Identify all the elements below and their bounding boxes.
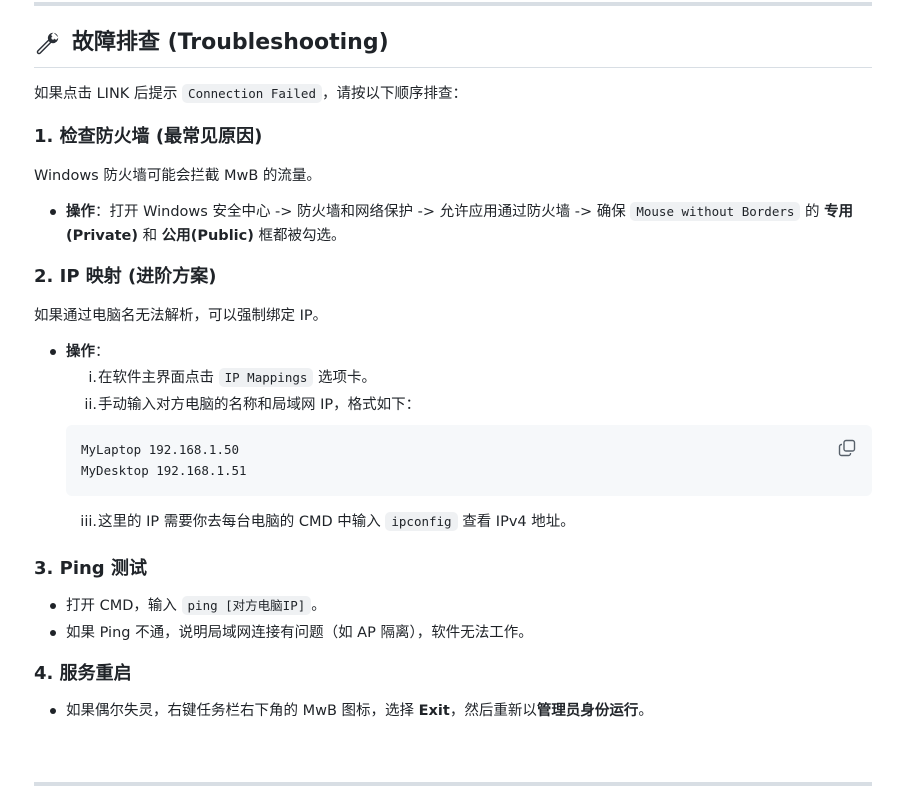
step-text-after: 选项卡。: [318, 370, 377, 386]
section-heading-firewall: 1. 检查防火墙 (最常见原因): [34, 126, 263, 147]
colon: ：: [95, 204, 110, 220]
intro-text: 如果点击 LINK 后提示: [34, 86, 178, 102]
inline-code: ping [对方电脑IP]: [181, 596, 312, 615]
step-text-before: 这里的 IP 需要你去每台电脑的 CMD 中输入: [98, 514, 381, 530]
list-text: 如果 Ping 不通，说明局域网连接有问题（如 AP 隔离），软件无法工作。: [66, 625, 533, 641]
list-text: 打开 Windows 安全中心 -> 防火墙和网络保护 -> 允许应用通过防火墙…: [109, 204, 626, 220]
list-item: 如果偶尔失灵，右键任务栏右下角的 MwB 图标，选择 Exit，然后重新以管理员…: [50, 699, 872, 723]
inline-code: IP Mappings: [218, 368, 314, 387]
bold-text: 公用(Public): [161, 228, 254, 244]
section-heading-restart: 4. 服务重启: [34, 663, 132, 684]
bullet-list-firewall: 操作：打开 Windows 安全中心 -> 防火墙和网络保护 -> 允许应用通过…: [34, 200, 872, 248]
bottom-divider: [34, 782, 872, 786]
step-number: ii.: [84, 397, 97, 413]
list-text: 和: [142, 228, 158, 244]
bold-text: Exit: [418, 703, 450, 719]
document-page: 故障排查 (Troubleshooting) 如果点击 LINK 后提示 Con…: [0, 0, 909, 789]
code-block[interactable]: MyLaptop 192.168.1.50 MyDesktop 192.168.…: [66, 425, 872, 496]
page-title: 故障排查 (Troubleshooting): [34, 28, 872, 68]
list-text: 。: [311, 598, 326, 614]
step-number: i.: [88, 370, 97, 386]
content: 故障排查 (Troubleshooting) 如果点击 LINK 后提示 Con…: [34, 28, 872, 726]
list-item: 打开 CMD，输入 ping [对方电脑IP]。: [50, 594, 872, 618]
sublist-item: ii. 手动输入对方电脑的名称和局域网 IP，格式如下：: [66, 393, 872, 417]
section-heading-ip-mapping: 2. IP 映射 (进阶方案): [34, 266, 217, 287]
code-line: MyLaptop 192.168.1.50: [81, 442, 240, 457]
code-line: MyDesktop 192.168.1.51: [81, 463, 247, 478]
inline-code: Connection Failed: [182, 84, 322, 103]
list-item: 操作：打开 Windows 安全中心 -> 防火墙和网络保护 -> 允许应用通过…: [50, 200, 872, 248]
bullet-list-ping: 打开 CMD，输入 ping [对方电脑IP]。 如果 Ping 不通，说明局域…: [34, 594, 872, 645]
top-divider: [34, 2, 872, 6]
list-text: 框都被勾选。: [258, 228, 346, 244]
step-text: 在软件主界面点击 IP Mappings 选项卡。: [98, 366, 376, 390]
bullet-list-ip-mapping: 操作： i. 在软件主界面点击 IP Mappings 选项卡。 ii. 手动输…: [34, 340, 872, 417]
list-item: 如果 Ping 不通，说明局域网连接有问题（如 AP 隔离），软件无法工作。: [50, 621, 872, 645]
list-text: ，然后重新以: [449, 703, 537, 719]
wrench-icon: [36, 32, 59, 55]
list-text: 的: [805, 204, 820, 220]
intro-paragraph: 如果点击 LINK 后提示 Connection Failed ，请按以下顺序排查…: [34, 82, 872, 106]
list-text: 如果偶尔失灵，右键任务栏右下角的 MwB 图标，选择: [66, 703, 415, 719]
inline-code: Mouse without Borders: [630, 202, 801, 221]
bold-text: 管理员身份运行: [536, 703, 639, 719]
intro-text-end: ，请按以下顺序排查：: [321, 86, 467, 102]
copy-icon[interactable]: [838, 439, 856, 457]
step-text-before: 在软件主界面点击: [98, 370, 214, 386]
ordered-sublist: i. 在软件主界面点击 IP Mappings 选项卡。 ii. 手动输入对方电…: [66, 366, 872, 417]
step-text: 这里的 IP 需要你去每台电脑的 CMD 中输入 ipconfig 查看 IPv…: [98, 510, 575, 534]
bold-label: 操作: [66, 204, 95, 220]
sublist-item: iii. 这里的 IP 需要你去每台电脑的 CMD 中输入 ipconfig 查…: [34, 510, 872, 534]
list-item: 操作： i. 在软件主界面点击 IP Mappings 选项卡。 ii. 手动输…: [50, 340, 872, 417]
section-text-ip-mapping: 如果通过电脑名无法解析，可以强制绑定 IP。: [34, 308, 328, 324]
step-number: iii.: [80, 514, 97, 530]
section-text-firewall: Windows 防火墙可能会拦截 MwB 的流量。: [34, 168, 321, 184]
list-text: 。: [638, 703, 653, 719]
page-title-text: 故障排查 (Troubleshooting): [72, 30, 389, 55]
step-text-after: 查看 IPv4 地址。: [462, 514, 575, 530]
inline-code: ipconfig: [385, 512, 458, 531]
colon: ：: [95, 344, 110, 360]
bold-label: 操作: [66, 344, 95, 360]
list-text: 打开 CMD，输入: [66, 598, 177, 614]
bullet-list-restart: 如果偶尔失灵，右键任务栏右下角的 MwB 图标，选择 Exit，然后重新以管理员…: [34, 699, 872, 723]
sublist-item: i. 在软件主界面点击 IP Mappings 选项卡。: [66, 366, 872, 390]
section-heading-ping: 3. Ping 测试: [34, 558, 147, 579]
step-text: 手动输入对方电脑的名称和局域网 IP，格式如下：: [98, 397, 421, 413]
